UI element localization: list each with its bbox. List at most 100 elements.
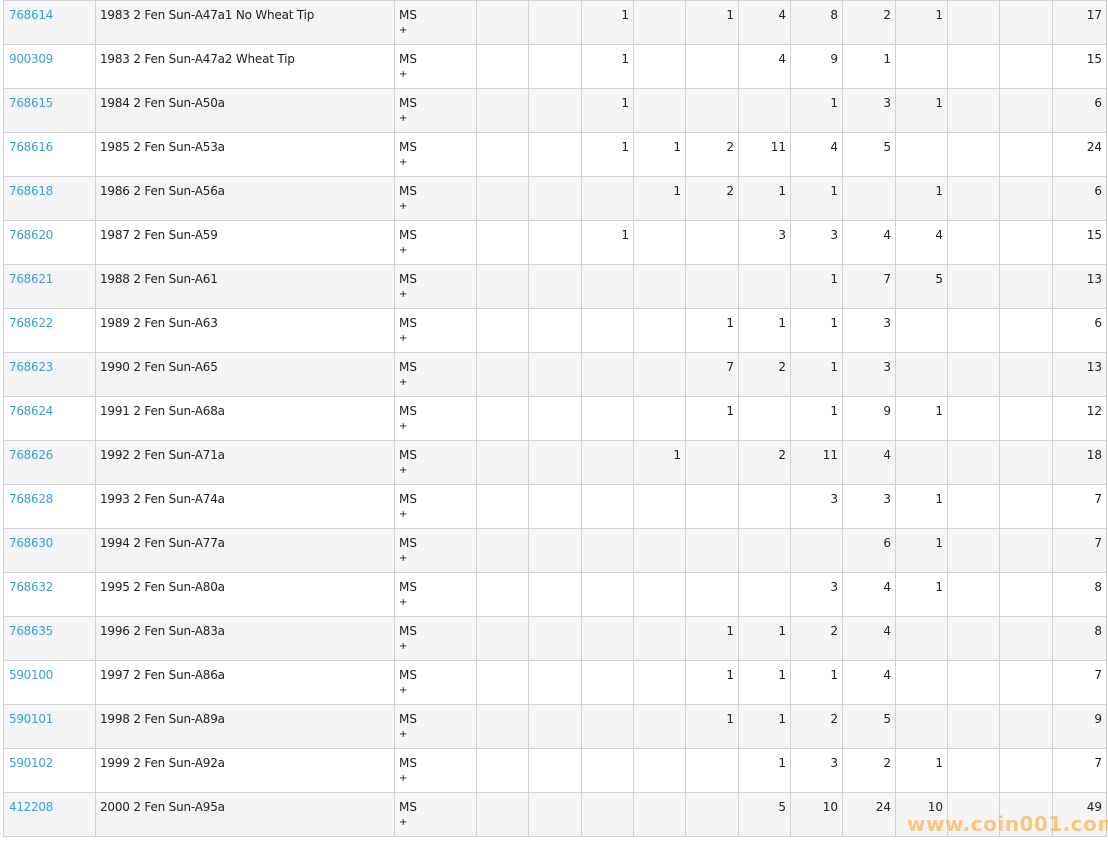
grade-count-cell — [476, 132, 529, 177]
coin-description-cell: 1994 2 Fen Sun-A77a — [95, 528, 395, 573]
coin-id-link[interactable]: 768635 — [9, 624, 53, 638]
coin-description-cell: 1991 2 Fen Sun-A68a — [95, 396, 395, 441]
grade-count: 1 — [621, 96, 629, 110]
grade-count-cell — [633, 88, 686, 133]
grade-count-cell — [947, 440, 1000, 485]
grade-cell: MS + — [394, 352, 477, 397]
grade-label: MS — [399, 712, 417, 726]
grade-count-cell — [476, 704, 529, 749]
grade-plus-label: + — [399, 377, 408, 388]
grade-cell: MS + — [394, 616, 477, 661]
total-count: 15 — [1086, 228, 1102, 242]
grade-count-cell — [633, 396, 686, 441]
grade-count-cell: 1 — [895, 528, 948, 573]
grade-count-cell — [633, 572, 686, 617]
table-row: 768628 1993 2 Fen Sun-A74a MS +3 3 1 7 — [3, 484, 1107, 529]
grade-count-cell — [999, 616, 1053, 661]
grade-count: 1 — [726, 8, 734, 22]
total-count: 13 — [1086, 360, 1102, 374]
grade-plus-label: + — [399, 465, 408, 476]
grade-count-cell — [999, 132, 1053, 177]
grade-label: MS — [399, 272, 417, 286]
coin-description: 1995 2 Fen Sun-A80a — [100, 580, 225, 594]
coin-description-cell: 1993 2 Fen Sun-A74a — [95, 484, 395, 529]
coin-id-link[interactable]: 900309 — [9, 52, 53, 66]
coin-id-link[interactable]: 768630 — [9, 536, 53, 550]
grade-count: 1 — [830, 272, 838, 286]
grade-count-cell: 1 — [790, 396, 843, 441]
grade-count-cell — [738, 264, 791, 309]
grade-count-cell — [633, 352, 686, 397]
coin-id-cell: 768614 — [3, 0, 96, 45]
coin-id-link[interactable]: 768626 — [9, 448, 53, 462]
table-row: 590101 1998 2 Fen Sun-A89a MS +1 1 2 5 9 — [3, 704, 1107, 749]
grade-count: 1 — [778, 712, 786, 726]
table-row: 768630 1994 2 Fen Sun-A77a MS +6 1 7 — [3, 528, 1107, 573]
coin-id-link[interactable]: 768628 — [9, 492, 53, 506]
grade-count-cell — [476, 660, 529, 705]
coin-id-link[interactable]: 768618 — [9, 184, 53, 198]
grade-count-cell — [476, 440, 529, 485]
grade-count-cell — [685, 44, 739, 89]
coin-id-cell: 768621 — [3, 264, 96, 309]
coin-id-cell: 590101 — [3, 704, 96, 749]
coin-id-link[interactable]: 590100 — [9, 668, 53, 682]
grade-cell: MS + — [394, 176, 477, 221]
grade-count-cell — [685, 440, 739, 485]
coin-id-link[interactable]: 768621 — [9, 272, 53, 286]
coin-id-link[interactable]: 768620 — [9, 228, 53, 242]
coin-id-link[interactable]: 768622 — [9, 316, 53, 330]
grade-count-cell: 4 — [842, 572, 896, 617]
grade-count: 2 — [726, 140, 734, 154]
grade-count-cell: 1 — [895, 0, 948, 45]
coin-id-link[interactable]: 768624 — [9, 404, 53, 418]
grade-count-cell — [476, 572, 529, 617]
coin-id-link[interactable]: 412208 — [9, 800, 53, 814]
grade-count-cell — [947, 528, 1000, 573]
total-count: 9 — [1094, 712, 1102, 726]
grade-label: MS — [399, 228, 417, 242]
grade-count-cell: 7 — [685, 352, 739, 397]
coin-id-link[interactable]: 590101 — [9, 712, 53, 726]
grade-count-cell — [895, 704, 948, 749]
grade-count-cell — [947, 572, 1000, 617]
table-row: 768616 1985 2 Fen Sun-A53a MS +1 1 2 11 4 5 24 — [3, 132, 1107, 177]
grade-count-cell — [633, 0, 686, 45]
coin-id-cell: 768624 — [3, 396, 96, 441]
coin-id-link[interactable]: 768623 — [9, 360, 53, 374]
grade-plus-label: + — [399, 817, 408, 828]
coin-id-cell: 768635 — [3, 616, 96, 661]
coin-id-link[interactable]: 768616 — [9, 140, 53, 154]
coin-id-link[interactable]: 768615 — [9, 96, 53, 110]
coin-description-cell: 1996 2 Fen Sun-A83a — [95, 616, 395, 661]
coin-description-cell: 1985 2 Fen Sun-A53a — [95, 132, 395, 177]
coin-id-link[interactable]: 768632 — [9, 580, 53, 594]
grade-count-cell — [947, 88, 1000, 133]
grade-count-cell: 1 — [895, 176, 948, 221]
grade-plus-label: + — [399, 597, 408, 608]
grade-count-cell: 11 — [738, 132, 791, 177]
grade-count-cell — [528, 264, 582, 309]
grade-count: 3 — [830, 580, 838, 594]
grade-count-cell — [476, 484, 529, 529]
grade-count-cell: 1 — [790, 88, 843, 133]
grade-count-cell: 3 — [790, 484, 843, 529]
grade-plus-label: + — [399, 773, 408, 784]
coin-description: 1999 2 Fen Sun-A92a — [100, 756, 225, 770]
grade-cell: MS + — [394, 528, 477, 573]
grade-count-cell: 1 — [790, 264, 843, 309]
grade-count-cell — [947, 484, 1000, 529]
grade-count-cell — [633, 264, 686, 309]
grade-count: 1 — [726, 404, 734, 418]
grade-count: 2 — [778, 448, 786, 462]
grade-count-cell: 5 — [895, 264, 948, 309]
grade-count-cell — [528, 792, 582, 837]
grade-plus-label: + — [399, 729, 408, 740]
grade-count-cell — [633, 792, 686, 837]
coin-description-cell: 1988 2 Fen Sun-A61 — [95, 264, 395, 309]
grade-count-cell — [685, 748, 739, 793]
grade-count-cell: 1 — [581, 44, 634, 89]
coin-id-link[interactable]: 768614 — [9, 8, 53, 22]
coin-id-link[interactable]: 590102 — [9, 756, 53, 770]
grade-count-cell — [947, 660, 1000, 705]
